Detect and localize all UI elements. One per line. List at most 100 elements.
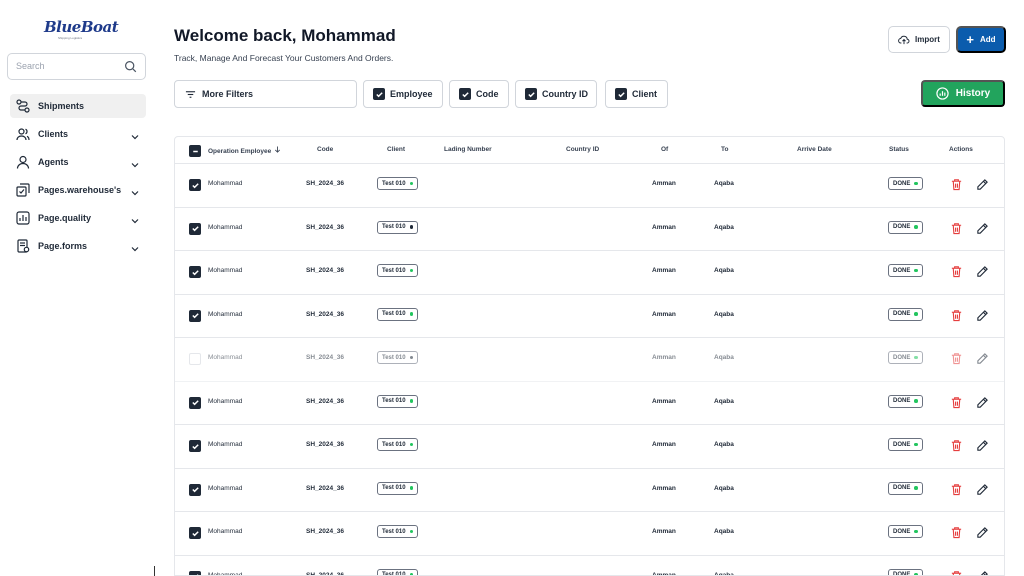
filter-chip-employee[interactable]: Employee <box>363 80 443 108</box>
table-row[interactable]: Mohammad SH_2024_36 Test 010 Amman Aqaba DONE <box>175 164 1004 208</box>
pencil-icon[interactable] <box>976 526 989 539</box>
row-checkbox[interactable] <box>189 309 201 322</box>
origin-cell: Amman <box>652 397 676 405</box>
status-dot <box>409 355 414 360</box>
status-badge: DONE <box>888 525 923 538</box>
chevron-down-icon[interactable] <box>130 157 140 168</box>
trash-icon[interactable] <box>950 352 963 365</box>
pencil-icon[interactable] <box>976 396 989 409</box>
row-checkbox[interactable] <box>189 222 201 235</box>
pencil-icon[interactable] <box>976 309 989 322</box>
client-tag[interactable]: Test 010 <box>377 394 419 408</box>
client-tag[interactable]: Test 010 <box>377 220 419 234</box>
trash-icon[interactable] <box>950 439 963 452</box>
trash-icon[interactable] <box>950 526 963 539</box>
select-all-checkbox[interactable] <box>189 145 201 157</box>
more-filters-button[interactable]: More Filters <box>174 80 357 108</box>
table-row[interactable]: Mohammad SH_2024_36 Test 010 Amman Aqaba DONE <box>175 382 1004 425</box>
client-tag[interactable]: Test 010 <box>377 525 419 538</box>
table-row[interactable]: Mohammad SH_2024_36 Test 010 Amman Aqaba DONE <box>175 512 1004 556</box>
table-row[interactable]: Mohammad SH_2024_36 Test 010 Amman Aqaba DONE <box>175 208 1004 251</box>
sidebar-item-agents[interactable]: Agents <box>10 150 146 174</box>
client-tag[interactable]: Test 010 <box>377 438 419 451</box>
sidebar-item-page-forms[interactable]: Page.forms <box>10 234 146 258</box>
sidebar-item-pages-warehouse-s[interactable]: Pages.warehouse's <box>10 178 146 202</box>
row-checkbox[interactable] <box>189 483 201 496</box>
pencil-icon[interactable] <box>976 352 989 365</box>
search-icon[interactable] <box>124 60 137 73</box>
employee-cell: Mohammad <box>208 441 243 448</box>
sidebar-item-clients[interactable]: Clients <box>10 122 146 146</box>
trash-icon[interactable] <box>950 396 963 409</box>
filter-chip-code[interactable]: Code <box>449 80 509 108</box>
client-tag[interactable]: Test 010 <box>377 351 419 364</box>
chevron-down-icon[interactable] <box>130 129 140 140</box>
trash-icon[interactable] <box>950 178 963 191</box>
search-input[interactable]: Search <box>7 53 146 80</box>
sort-down-arrow-icon[interactable] <box>274 146 281 155</box>
trash-icon[interactable] <box>950 483 963 496</box>
add-button[interactable]: + Add <box>956 26 1006 53</box>
row-checkbox[interactable] <box>189 440 201 452</box>
history-button[interactable]: History <box>921 80 1005 107</box>
client-tag[interactable]: Test 010 <box>377 177 419 190</box>
client-tag[interactable]: Test 010 <box>377 307 419 321</box>
trash-icon[interactable] <box>950 309 963 322</box>
history-chart-icon <box>936 87 949 100</box>
sidebar-item-label: Clients <box>38 129 69 139</box>
row-checkbox[interactable] <box>189 527 201 539</box>
column-header-client[interactable]: Client <box>387 146 405 153</box>
pencil-icon[interactable] <box>976 439 989 452</box>
checkbox-checked-icon[interactable] <box>525 88 537 100</box>
chevron-down-icon[interactable] <box>130 241 140 252</box>
row-checkbox[interactable] <box>189 570 201 575</box>
client-tag[interactable]: Test 010 <box>377 481 419 495</box>
table-row[interactable]: Mohammad SH_2024_36 Test 010 Amman Aqaba DONE <box>175 295 1004 338</box>
add-label: Add <box>980 35 996 44</box>
status-badge: DONE <box>888 568 923 575</box>
column-header-of[interactable]: Of <box>661 146 668 153</box>
column-header-operation-employee[interactable]: Operation Employee <box>208 146 281 155</box>
column-header-status[interactable]: Status <box>889 146 909 153</box>
pencil-icon[interactable] <box>976 570 989 575</box>
column-header-lading-number[interactable]: Lading Number <box>444 146 492 153</box>
filter-chip-country-id[interactable]: Country ID <box>515 80 597 108</box>
pencil-icon[interactable] <box>976 483 989 496</box>
column-header-code[interactable]: Code <box>317 146 333 153</box>
table-row[interactable]: Mohammad SH_2024_36 Test 010 Amman Aqaba DONE <box>175 425 1004 469</box>
client-tag[interactable]: Test 010 <box>377 568 419 575</box>
sidebar-item-page-quality[interactable]: Page.quality <box>10 206 146 230</box>
checkbox-checked-icon[interactable] <box>459 88 471 100</box>
pencil-icon[interactable] <box>976 178 989 191</box>
trash-icon[interactable] <box>950 222 963 235</box>
checkbox-checked-icon[interactable] <box>615 88 627 100</box>
client-tag[interactable]: Test 010 <box>377 264 419 277</box>
status-badge-label: DONE <box>893 441 911 448</box>
row-checkbox[interactable] <box>189 266 201 278</box>
chevron-down-icon[interactable] <box>130 213 140 224</box>
table-row[interactable]: Mohammad SH_2024_36 Test 010 Amman Aqaba DONE <box>175 338 1004 382</box>
brand-logo[interactable]: BlueBoat Shipping Logistics <box>44 18 119 42</box>
status-dot <box>914 486 918 490</box>
pencil-icon[interactable] <box>976 222 989 235</box>
table-row[interactable]: Mohammad SH_2024_36 Test 010 Amman Aqaba DONE <box>175 251 1004 295</box>
employee-cell: Mohammad <box>208 354 243 361</box>
column-header-country-id[interactable]: Country ID <box>566 146 599 153</box>
filter-chip-client[interactable]: Client <box>605 80 668 108</box>
column-header-arrive-date[interactable]: Arrive Date <box>797 146 832 153</box>
trash-icon[interactable] <box>950 265 963 278</box>
import-button[interactable]: Import <box>888 26 950 53</box>
table-row[interactable]: Mohammad SH_2024_36 Test 010 Amman Aqaba DONE <box>175 556 1004 575</box>
row-checkbox[interactable] <box>189 179 201 191</box>
status-badge-label: DONE <box>893 485 911 491</box>
sidebar-item-shipments[interactable]: Shipments <box>10 94 146 118</box>
pencil-icon[interactable] <box>976 265 989 278</box>
row-checkbox[interactable] <box>189 396 201 409</box>
column-header-to[interactable]: To <box>721 146 728 153</box>
table-row[interactable]: Mohammad SH_2024_36 Test 010 Amman Aqaba DONE <box>175 469 1004 512</box>
trash-icon[interactable] <box>950 570 963 575</box>
row-checkbox[interactable] <box>189 353 201 365</box>
checkbox-checked-icon[interactable] <box>373 88 385 100</box>
column-header-actions[interactable]: Actions <box>949 146 973 153</box>
chevron-down-icon[interactable] <box>130 185 140 196</box>
